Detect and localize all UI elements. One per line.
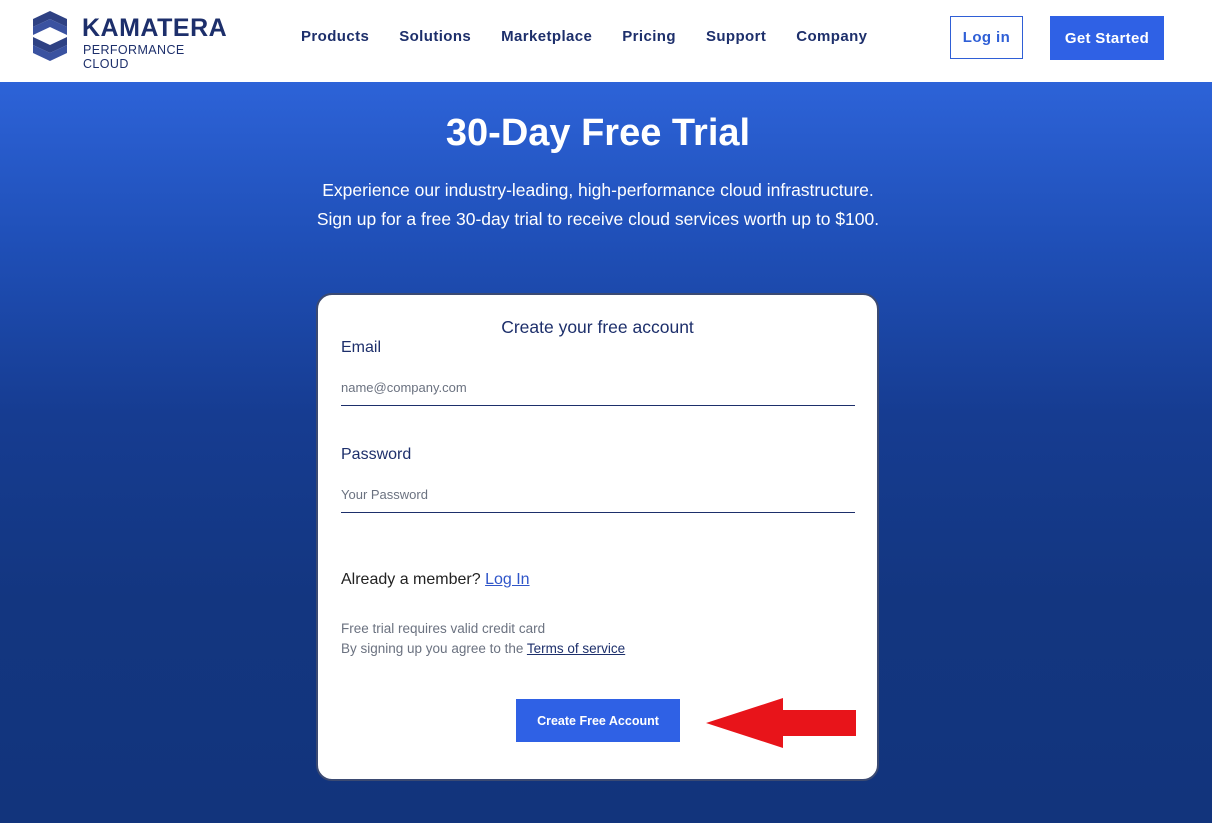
hero-subtitle: Experience our industry-leading, high-pe… xyxy=(0,176,1196,234)
terms-note-prefix: By signing up you agree to the xyxy=(341,641,524,656)
already-member-label: Already a member? xyxy=(341,571,481,588)
kamatera-logo-icon xyxy=(33,11,67,61)
credit-card-note: Free trial requires valid credit card xyxy=(341,621,546,636)
nav-products[interactable]: Products xyxy=(301,28,369,45)
signup-card-title: Create your free account xyxy=(501,317,694,337)
main-nav: Products Solutions Marketplace Pricing S… xyxy=(301,28,867,45)
login-button[interactable]: Log in xyxy=(950,16,1023,59)
nav-company[interactable]: Company xyxy=(796,28,867,45)
email-label: Email xyxy=(341,339,382,356)
red-arrow-left-icon xyxy=(706,698,856,748)
password-field[interactable] xyxy=(341,476,855,513)
email-field[interactable] xyxy=(341,369,855,406)
hero-section: 30-Day Free Trial Experience our industr… xyxy=(0,82,1212,823)
password-label: Password xyxy=(341,446,412,463)
logo-name: KAMATERA xyxy=(82,14,228,42)
nav-pricing[interactable]: Pricing xyxy=(622,28,676,45)
kamatera-logo[interactable]: KAMATERA PERFORMANCE CLOUD xyxy=(30,10,230,71)
hero-subtitle-line-1: Experience our industry-leading, high-pe… xyxy=(322,180,874,200)
already-member-text: Already a member? Log In xyxy=(341,571,530,589)
nav-support[interactable]: Support xyxy=(706,28,766,45)
get-started-button[interactable]: Get Started xyxy=(1050,16,1164,60)
create-free-account-button[interactable]: Create Free Account xyxy=(516,699,680,742)
nav-solutions[interactable]: Solutions xyxy=(399,28,471,45)
site-header: KAMATERA PERFORMANCE CLOUD Products Solu… xyxy=(0,0,1212,82)
page-title: 30-Day Free Trial xyxy=(445,112,751,154)
logo-tagline: PERFORMANCE CLOUD xyxy=(83,43,185,71)
nav-marketplace[interactable]: Marketplace xyxy=(501,28,592,45)
hero-subtitle-line-2: Sign up for a free 30-day trial to recei… xyxy=(316,209,880,229)
terms-of-service-link[interactable]: Terms of service xyxy=(527,641,625,656)
login-link[interactable]: Log In xyxy=(485,571,529,588)
terms-note: By signing up you agree to the Terms of … xyxy=(341,639,625,659)
trial-notes: Free trial requires valid credit card By… xyxy=(341,619,625,659)
